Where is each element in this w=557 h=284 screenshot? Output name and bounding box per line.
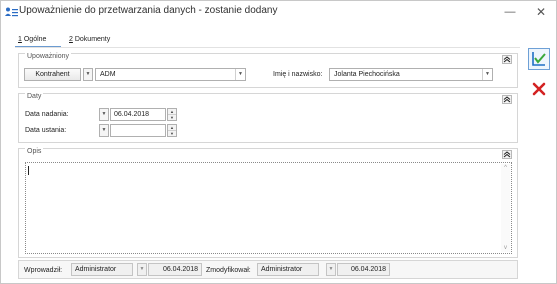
kontrahent-type-button[interactable]: Kontrahent: [24, 68, 81, 81]
zmodyfikowal-label: Zmodyfikował:: [206, 267, 251, 274]
minimize-button[interactable]: —: [496, 3, 524, 21]
group-daty-title: Daty: [25, 93, 44, 101]
kontrahent-code-value: ADM: [100, 71, 116, 78]
wprowadzil-user-field: Administrator: [71, 263, 133, 276]
data-nadania-input[interactable]: 06.04.2018: [110, 108, 166, 121]
data-nadania-spinner[interactable]: ▲ ▼: [167, 108, 177, 121]
spin-down-icon[interactable]: ▼: [168, 115, 176, 121]
data-ustania-input[interactable]: [110, 124, 166, 137]
scroll-down-icon[interactable]: v: [501, 245, 510, 251]
double-chevron-up-icon: [503, 151, 511, 158]
name-label: Imię i nazwisko:: [273, 71, 323, 78]
cancel-button[interactable]: [528, 78, 550, 100]
data-nadania-calendar-dropdown[interactable]: ▼: [99, 108, 109, 121]
title-bar: Upoważnienie do przetwarzania danych - z…: [1, 1, 556, 23]
user-list-icon: [5, 7, 18, 17]
tab-ogolne-label: Ogólne: [21, 36, 47, 43]
wprowadzil-date-field: 06.04.2018: [148, 263, 202, 276]
zmodyfikowal-user-field: Administrator: [257, 263, 319, 276]
close-button[interactable]: ✕: [527, 3, 555, 21]
name-value: Jolanta Piechocińska: [334, 71, 400, 78]
wprowadzil-date-dropdown: ▼: [137, 263, 147, 276]
tab-dokumenty-label: Dokumenty: [72, 36, 111, 43]
name-combo[interactable]: Jolanta Piechocińska ▼: [329, 68, 493, 81]
group-opis-title: Opis: [25, 148, 44, 156]
zmodyfikowal-date-field: 06.04.2018: [337, 263, 390, 276]
audit-footer: Wprowadził: Administrator ▼ 06.04.2018 Z…: [18, 260, 518, 279]
collapse-upowazniony-button[interactable]: [502, 55, 512, 64]
opis-scrollbar[interactable]: ^ v: [501, 164, 510, 252]
data-ustania-calendar-dropdown[interactable]: ▼: [99, 124, 109, 137]
spin-down-icon[interactable]: ▼: [168, 131, 176, 137]
group-opis: Opis ^ v: [18, 148, 518, 258]
data-nadania-label: Data nadania:: [25, 111, 69, 118]
group-daty: Daty Data nadania: ▼ 06.04.2018 ▲ ▼ Data …: [18, 93, 518, 143]
text-caret: [28, 166, 29, 175]
chevron-down-icon[interactable]: ▼: [235, 69, 245, 80]
dialog-window: Upoważnienie do przetwarzania danych - z…: [0, 0, 557, 284]
group-upowazniony-title: Upoważniony: [25, 53, 72, 61]
window-title: Upoważnienie do przetwarzania danych - z…: [19, 5, 278, 16]
tab-ogolne[interactable]: 1 Ogólne: [15, 34, 61, 47]
double-chevron-up-icon: [503, 96, 511, 103]
cancel-x-icon: [532, 82, 546, 96]
kontrahent-type-dropdown[interactable]: ▼: [83, 68, 93, 81]
data-ustania-spinner[interactable]: ▲ ▼: [167, 124, 177, 137]
group-upowazniony: Upoważniony Kontrahent ▼ ADM ▼ Imię i na…: [18, 53, 518, 88]
wprowadzil-label: Wprowadził:: [24, 267, 63, 274]
collapse-daty-button[interactable]: [502, 95, 512, 104]
data-ustania-label: Data ustania:: [25, 127, 67, 134]
scroll-up-icon[interactable]: ^: [501, 165, 510, 171]
save-button[interactable]: [528, 48, 550, 70]
tab-dokumenty[interactable]: 2 Dokumenty: [69, 34, 131, 47]
save-check-icon: [532, 52, 546, 66]
chevron-down-icon[interactable]: ▼: [482, 69, 492, 80]
zmodyfikowal-date-dropdown: ▼: [326, 263, 336, 276]
double-chevron-up-icon: [503, 56, 511, 63]
opis-textarea[interactable]: ^ v: [25, 162, 512, 254]
tab-divider: [15, 47, 520, 48]
kontrahent-code-combo[interactable]: ADM ▼: [95, 68, 246, 81]
collapse-opis-button[interactable]: [502, 150, 512, 159]
